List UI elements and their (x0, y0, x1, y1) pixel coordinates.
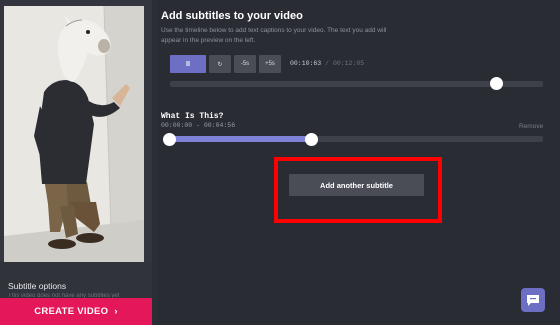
replay-button[interactable]: ↻ (209, 55, 231, 73)
pause-icon: II (186, 60, 190, 68)
playback-scrubber-handle[interactable] (490, 77, 503, 90)
current-time: 00:10:63 (290, 60, 322, 67)
page-description: Use the timeline below to add text capti… (161, 27, 387, 44)
app-window: Subtitle options This video does not hav… (0, 0, 560, 325)
total-duration: 00:12:05 (332, 60, 365, 67)
video-preview[interactable] (4, 6, 144, 262)
create-video-button[interactable]: CREATE VIDEO › (0, 298, 152, 325)
time-readout: 00:10:63 / 00:12:05 (290, 60, 364, 67)
playback-timeline[interactable] (170, 81, 543, 87)
forward-5s-button[interactable]: +5s (259, 55, 281, 73)
time-separator: / (325, 60, 330, 67)
replay-icon: ↻ (217, 61, 223, 68)
chevron-right-icon: › (114, 306, 118, 317)
subtitle-start-handle[interactable] (163, 133, 176, 146)
subtitle-text[interactable]: What Is This? (161, 112, 223, 121)
sidebar: Subtitle options This video does not hav… (0, 0, 152, 325)
sidebar-scrollbar[interactable] (152, 0, 158, 325)
chat-icon (527, 294, 539, 306)
rewind-5s-button[interactable]: -5s (234, 55, 256, 73)
pause-button[interactable]: II (170, 55, 206, 73)
remove-subtitle-link[interactable]: Remove (519, 123, 543, 130)
subtitle-options-title: Subtitle options (8, 281, 67, 291)
create-video-label: CREATE VIDEO (34, 306, 109, 317)
chat-button[interactable] (521, 288, 545, 312)
video-frame-image (4, 6, 144, 262)
page-title: Add subtitles to your video (161, 10, 303, 22)
subtitle-range-fill (170, 136, 312, 142)
subtitle-end-handle[interactable] (305, 133, 318, 146)
highlight-box (274, 157, 442, 223)
subtitle-time-range: 00:00:00 - 00:04:56 (161, 122, 236, 129)
